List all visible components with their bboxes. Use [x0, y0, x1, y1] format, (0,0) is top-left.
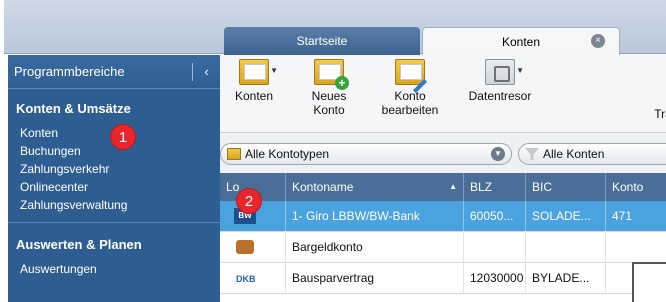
sort-ascending-icon: ▲ [449, 182, 457, 191]
row-name-cell: Bargeldkonto [286, 232, 464, 262]
tab-konten[interactable]: Konten × [422, 27, 620, 55]
table-row[interactable]: BW 1- Giro LBBW/BW-Bank 60050... SOLADE.… [220, 201, 666, 232]
edit-account-label-line1: Konto [394, 89, 426, 103]
datentresor-label: Datentresor [468, 89, 532, 103]
row-blz-cell: 12030000 [464, 263, 526, 293]
konten-button-label: Konten [234, 89, 274, 103]
sidebar-header: Programmbereiche ‹ [8, 55, 220, 89]
tab-startseite[interactable]: Startseite [224, 27, 420, 55]
chevron-down-icon: ▼ [491, 147, 505, 161]
sidebar-item-zahlungsverwaltung[interactable]: Zahlungsverwaltung [8, 196, 220, 214]
sidebar-header-label: Programmbereiche [14, 64, 125, 79]
row-bic-cell: SOLADE... [526, 201, 606, 231]
new-account-label-line1: Neues [311, 89, 347, 103]
new-account-button[interactable]: Neues Konto [294, 59, 364, 117]
truncated-button-label: Tra [654, 107, 666, 121]
sidebar-item-zahlungsverkehr[interactable]: Zahlungsverkehr [8, 160, 220, 178]
column-bic-label: BIC [532, 180, 553, 194]
kontotypen-filter[interactable]: Alle Kontotypen ▼ [220, 143, 512, 165]
column-blz[interactable]: BLZ [464, 173, 526, 201]
row-logo-cell: DKB [220, 263, 286, 293]
table-header: Lo Kontoname ▲ BLZ BIC Konto [220, 173, 666, 201]
annotation-badge-1: 1 [110, 124, 136, 150]
konten-icon: ▼ [239, 59, 278, 85]
annotation-badge-2: 2 [236, 188, 262, 214]
tab-konten-label: Konten [501, 34, 541, 49]
row-konto-cell: 471 [606, 201, 666, 231]
konten-filter-label: Alle Konten [543, 147, 605, 161]
dkb-logo-icon: DKB [236, 274, 256, 284]
accounts-table: Lo Kontoname ▲ BLZ BIC Konto BW 1- Giro … [220, 173, 666, 294]
close-tab-icon[interactable]: × [591, 34, 605, 48]
row-name-cell: Bausparvertrag [286, 263, 464, 293]
kontotypen-filter-label: Alle Kontotypen [245, 147, 330, 161]
row-blz-cell: 60050... [464, 201, 526, 231]
truncated-button[interactable]: Tra [648, 107, 666, 121]
edit-account-label-line2: bearbeiten [381, 103, 439, 117]
column-konto-label: Konto [612, 180, 644, 194]
column-bic[interactable]: BIC [526, 173, 606, 201]
section-konten-umsaetze[interactable]: Konten & Umsätze [8, 89, 220, 124]
column-logo-label: Lo [226, 180, 240, 194]
table-row[interactable]: DKB Bausparvertrag 12030000 BYLADE... [220, 263, 666, 294]
sidebar-item-auswertungen[interactable]: Auswertungen [8, 260, 220, 278]
filter-icon [525, 148, 539, 160]
konten-button[interactable]: ▼ Konten [226, 59, 282, 103]
column-blz-label: BLZ [470, 180, 493, 194]
column-kontoname-label: Kontoname [292, 180, 354, 194]
edit-account-icon [395, 59, 425, 85]
sidebar: Programmbereiche ‹ Konten & Umsätze Kont… [8, 55, 220, 302]
row-name-cell: 1- Giro LBBW/BW-Bank [286, 201, 464, 231]
row-bic-cell [526, 232, 606, 262]
column-konto[interactable]: Konto [606, 173, 666, 201]
app-window: Startseite Konten × Programmbereiche ‹ K… [0, 0, 666, 302]
edit-account-button[interactable]: Konto bearbeiten [374, 59, 446, 117]
ribbon-toolbar: ▼ Konten Neues Konto Konto bearbeiten ▼ … [220, 55, 666, 133]
row-logo-cell [220, 232, 286, 262]
account-types-icon [227, 148, 241, 160]
filter-bar: Alle Kontotypen ▼ Alle Konten [220, 133, 666, 173]
tab-startseite-label: Startseite [296, 34, 348, 48]
column-kontoname[interactable]: Kontoname ▲ [286, 173, 464, 201]
overlapping-panel-edge [632, 262, 666, 302]
collapse-sidebar-button[interactable]: ‹ [192, 63, 220, 81]
new-account-label-line2: Konto [313, 103, 345, 117]
new-account-icon [314, 59, 349, 90]
sidebar-item-onlinecenter[interactable]: Onlinecenter [8, 178, 220, 196]
cash-wallet-icon [236, 240, 254, 254]
section-auswerten-planen[interactable]: Auswerten & Planen [8, 222, 220, 260]
datentresor-button[interactable]: ▼ Datentresor [460, 59, 540, 103]
konten-filter[interactable]: Alle Konten [518, 143, 666, 165]
table-row[interactable]: Bargeldkonto [220, 232, 666, 263]
row-blz-cell [464, 232, 526, 262]
row-konto-cell [606, 232, 666, 262]
row-bic-cell: BYLADE... [526, 263, 606, 293]
vault-icon: ▼ [485, 59, 524, 85]
